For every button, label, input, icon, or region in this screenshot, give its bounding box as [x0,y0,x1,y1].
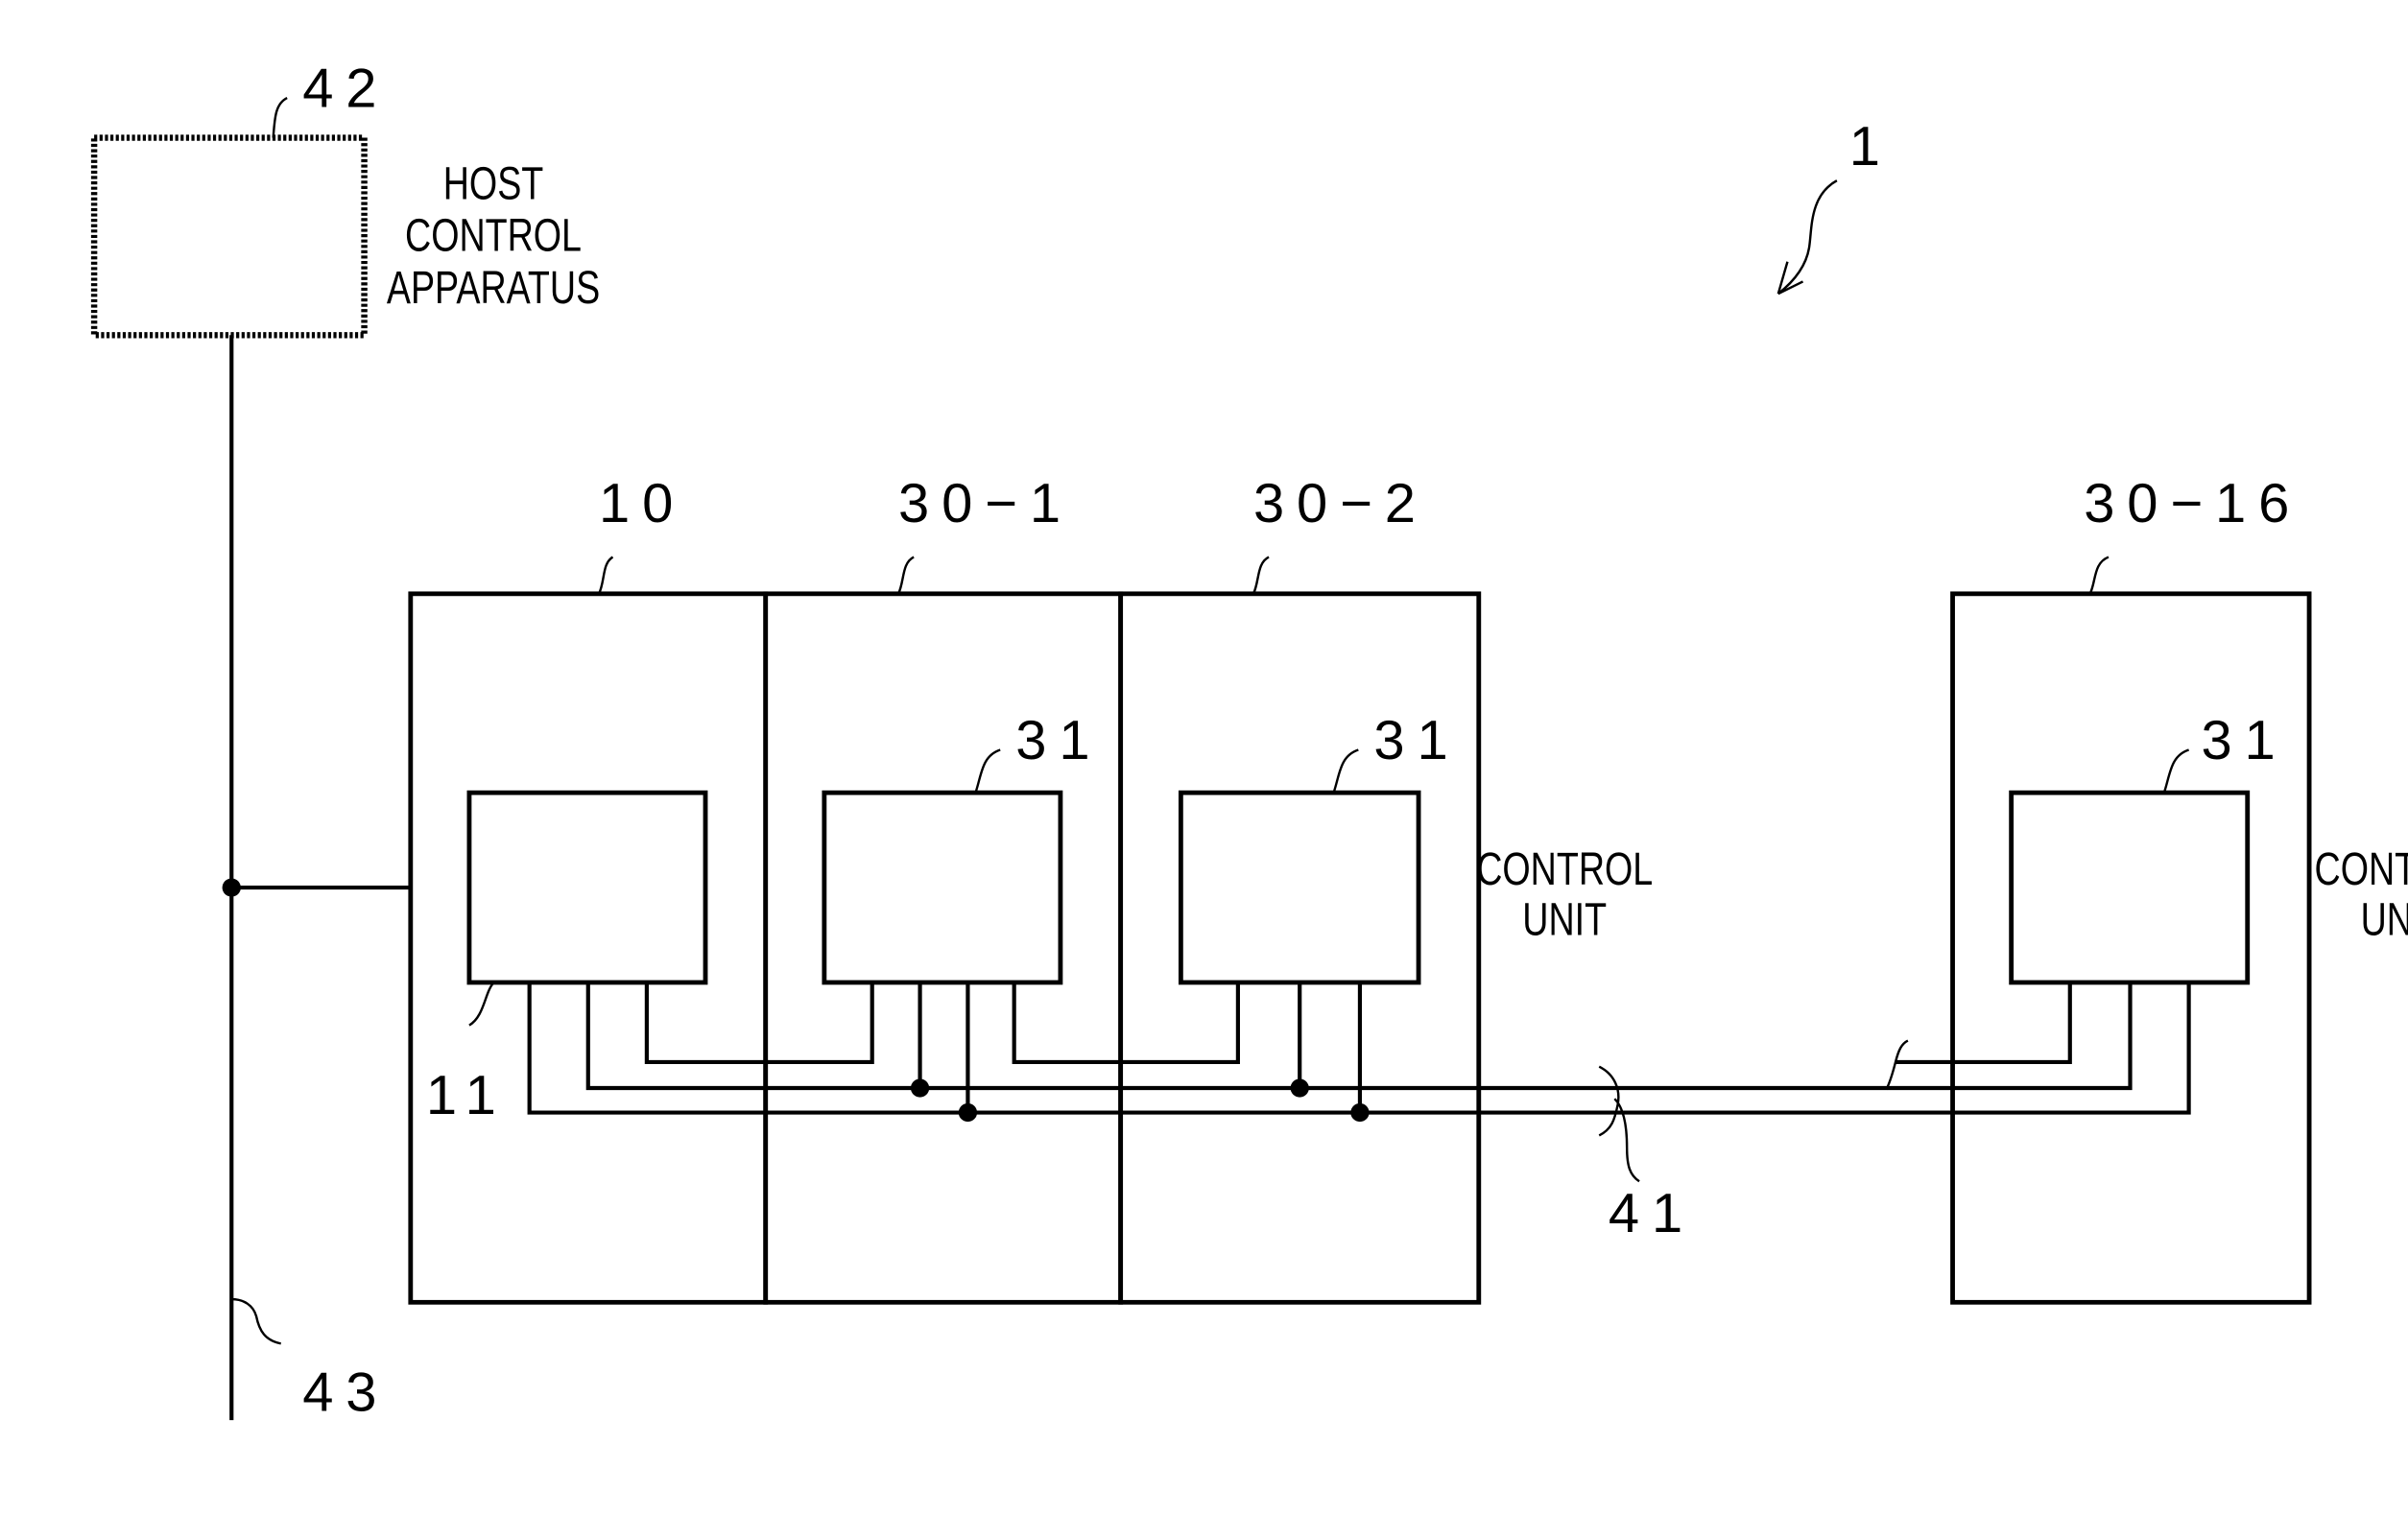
junction-dot [222,878,241,897]
module-30-2: 30−2 CONTROL UNIT 31 [1118,473,1653,1305]
system-ref-label: 1 [1849,116,1893,178]
module-30-1-ref-leader [896,556,915,595]
control-unit-31-c-line-2: UNIT [2361,894,2408,945]
bus-ref-label: 41 [1609,1183,1695,1244]
junction-dot [1350,1102,1370,1123]
module-30-16: 30−16 CONTROL UNIT 31 [1950,473,2408,1305]
system-ref-arrow-curve [1777,179,1838,296]
control-unit-11-ref-label: 11 [426,1065,509,1126]
control-unit-31-b-line-1: CONTROL [1476,844,1653,895]
junction-dot [958,1102,978,1123]
host-bus-ref-leader [231,1297,281,1345]
control-unit-11 [466,790,708,985]
junction-dot [1290,1078,1309,1098]
arrow-head-icon [1776,261,1804,296]
host-control-apparatus: HOST CONTROL APPARATUS 42 [90,59,600,339]
host-control-apparatus-box [90,134,368,339]
module-30-2-ref-leader [1252,556,1270,595]
control-unit-31-b-ref-label: 31 [1373,710,1460,771]
module-30-1-ref-label: 30−1 [898,473,1073,534]
host-label-line-3: APPARATUS [387,263,600,314]
module-10-ref-leader [597,556,614,595]
host-bus-ref-label: 43 [302,1362,389,1424]
control-unit-31-b-line-2: UNIT [1522,894,1607,945]
system-ref-annotation: 1 [1776,116,1893,296]
system-block-diagram: 1 HOST CONTROL APPARATUS 42 43 10 CONTRO… [90,59,2408,1424]
control-unit-31-c-line-1: CONTROL [2315,844,2408,895]
host-label-line-2: CONTROL [405,210,582,261]
module-30-2-ref-label: 30−2 [1253,473,1428,534]
module-10-ref-label: 10 [599,473,685,534]
host-ref-label: 42 [302,59,389,120]
host-label-line-1: HOST [443,158,544,209]
control-unit-31-b [1178,790,1421,985]
control-unit-31-c [2009,790,2251,985]
junction-dot [910,1078,930,1098]
control-unit-31-a-ref-label: 31 [1015,710,1102,771]
control-unit-31-a [822,790,1063,985]
module-30-16-ref-label: 30−16 [2084,473,2301,534]
control-unit-31-c-ref-label: 31 [2201,710,2287,771]
bus-break-icon [1885,1039,1909,1091]
host-ref-leader [272,97,288,138]
module-30-16-ref-leader [2088,556,2110,595]
